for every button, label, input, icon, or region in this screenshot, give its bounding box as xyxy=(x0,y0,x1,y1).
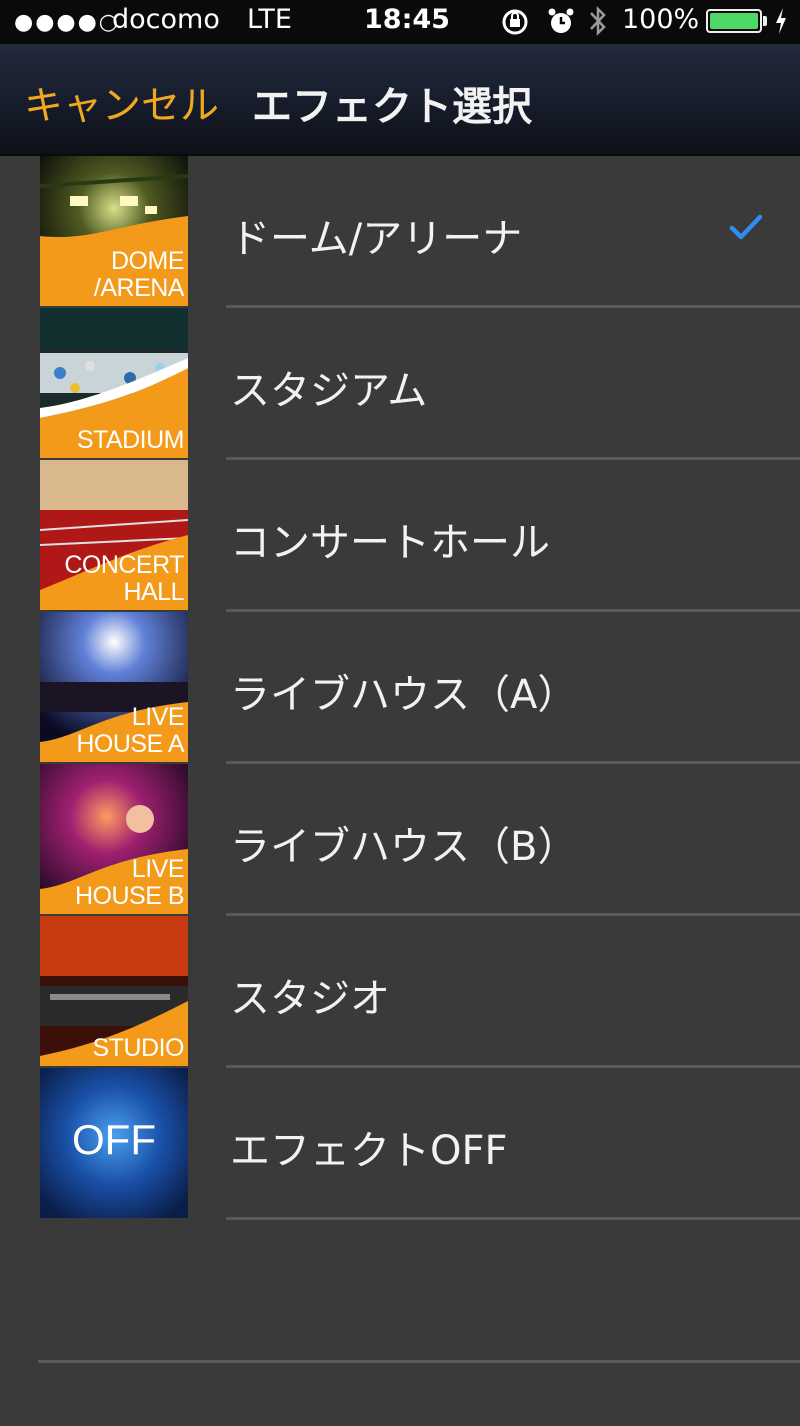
signal-strength-icon: ●●●●○ xyxy=(14,10,120,35)
effect-label: ライブハウス（A） xyxy=(230,672,578,718)
dome-arena-thumbnail: DOME/ARENA xyxy=(40,156,188,306)
bluetooth-icon xyxy=(586,2,610,47)
network-type: LTE xyxy=(247,4,292,35)
effect-row-live-house-a[interactable]: LIVE HOUSE A ライブハウス（A） xyxy=(0,612,800,764)
row-divider xyxy=(226,1217,800,1220)
effect-label: ドーム/アリーナ xyxy=(230,216,523,262)
charging-icon xyxy=(774,6,788,42)
effect-off-thumbnail: OFF xyxy=(40,1068,188,1218)
effect-label: エフェクトOFF xyxy=(230,1128,508,1174)
page-title: エフェクト選択 xyxy=(252,84,532,130)
effect-row-studio[interactable]: STUDIO スタジオ xyxy=(0,916,800,1068)
effect-row-off[interactable]: OFF エフェクトOFF xyxy=(0,1068,800,1220)
battery-percent: 100% xyxy=(622,4,700,35)
effect-row-dome-arena[interactable]: DOME/ARENA ドーム/アリーナ xyxy=(0,156,800,308)
effect-row-stadium[interactable]: STADIUM スタジアム xyxy=(0,308,800,460)
concert-hall-thumb-label: CONCERT HALL xyxy=(64,551,184,606)
stadium-thumb-label: STADIUM xyxy=(76,426,185,454)
live-house-b-thumbnail: LIVE HOUSE B xyxy=(40,764,188,914)
effect-label: スタジオ xyxy=(230,976,390,1022)
clock: 18:45 xyxy=(364,4,450,35)
live-house-b-thumb-label: LIVE HOUSE B xyxy=(74,855,185,910)
dome-arena-thumb-label: DOME/ARENA xyxy=(93,247,185,302)
studio-thumb-label: STUDIO xyxy=(92,1034,185,1062)
effect-row-live-house-b[interactable]: LIVE HOUSE B ライブハウス（B） xyxy=(0,764,800,916)
effect-label: スタジアム xyxy=(230,368,428,414)
battery-icon xyxy=(706,9,762,33)
effect-label: コンサートホール xyxy=(230,520,550,566)
navigation-bar: キャンセル エフェクト選択 xyxy=(0,44,800,156)
status-bar: ●●●●○ docomo LTE 18:45 100% xyxy=(0,0,800,44)
checkmark-icon xyxy=(728,212,764,246)
effect-label: ライブハウス（B） xyxy=(230,824,578,870)
alarm-icon xyxy=(546,4,576,45)
live-house-a-thumbnail: LIVE HOUSE A xyxy=(40,612,188,762)
effect-off-thumb-label: OFF xyxy=(72,1116,156,1163)
cancel-button[interactable]: キャンセル xyxy=(24,75,219,131)
studio-thumbnail: STUDIO xyxy=(40,916,188,1066)
battery-tip xyxy=(763,16,767,26)
list-footer-divider xyxy=(38,1360,800,1363)
carrier-name: docomo xyxy=(112,4,220,35)
effect-row-concert-hall[interactable]: CONCERT HALL コンサートホール xyxy=(0,460,800,612)
concert-hall-thumbnail: CONCERT HALL xyxy=(40,460,188,610)
live-house-a-thumb-label: LIVE HOUSE A xyxy=(76,703,184,758)
stadium-thumbnail: STADIUM xyxy=(40,308,188,458)
orientation-lock-icon xyxy=(500,4,530,45)
